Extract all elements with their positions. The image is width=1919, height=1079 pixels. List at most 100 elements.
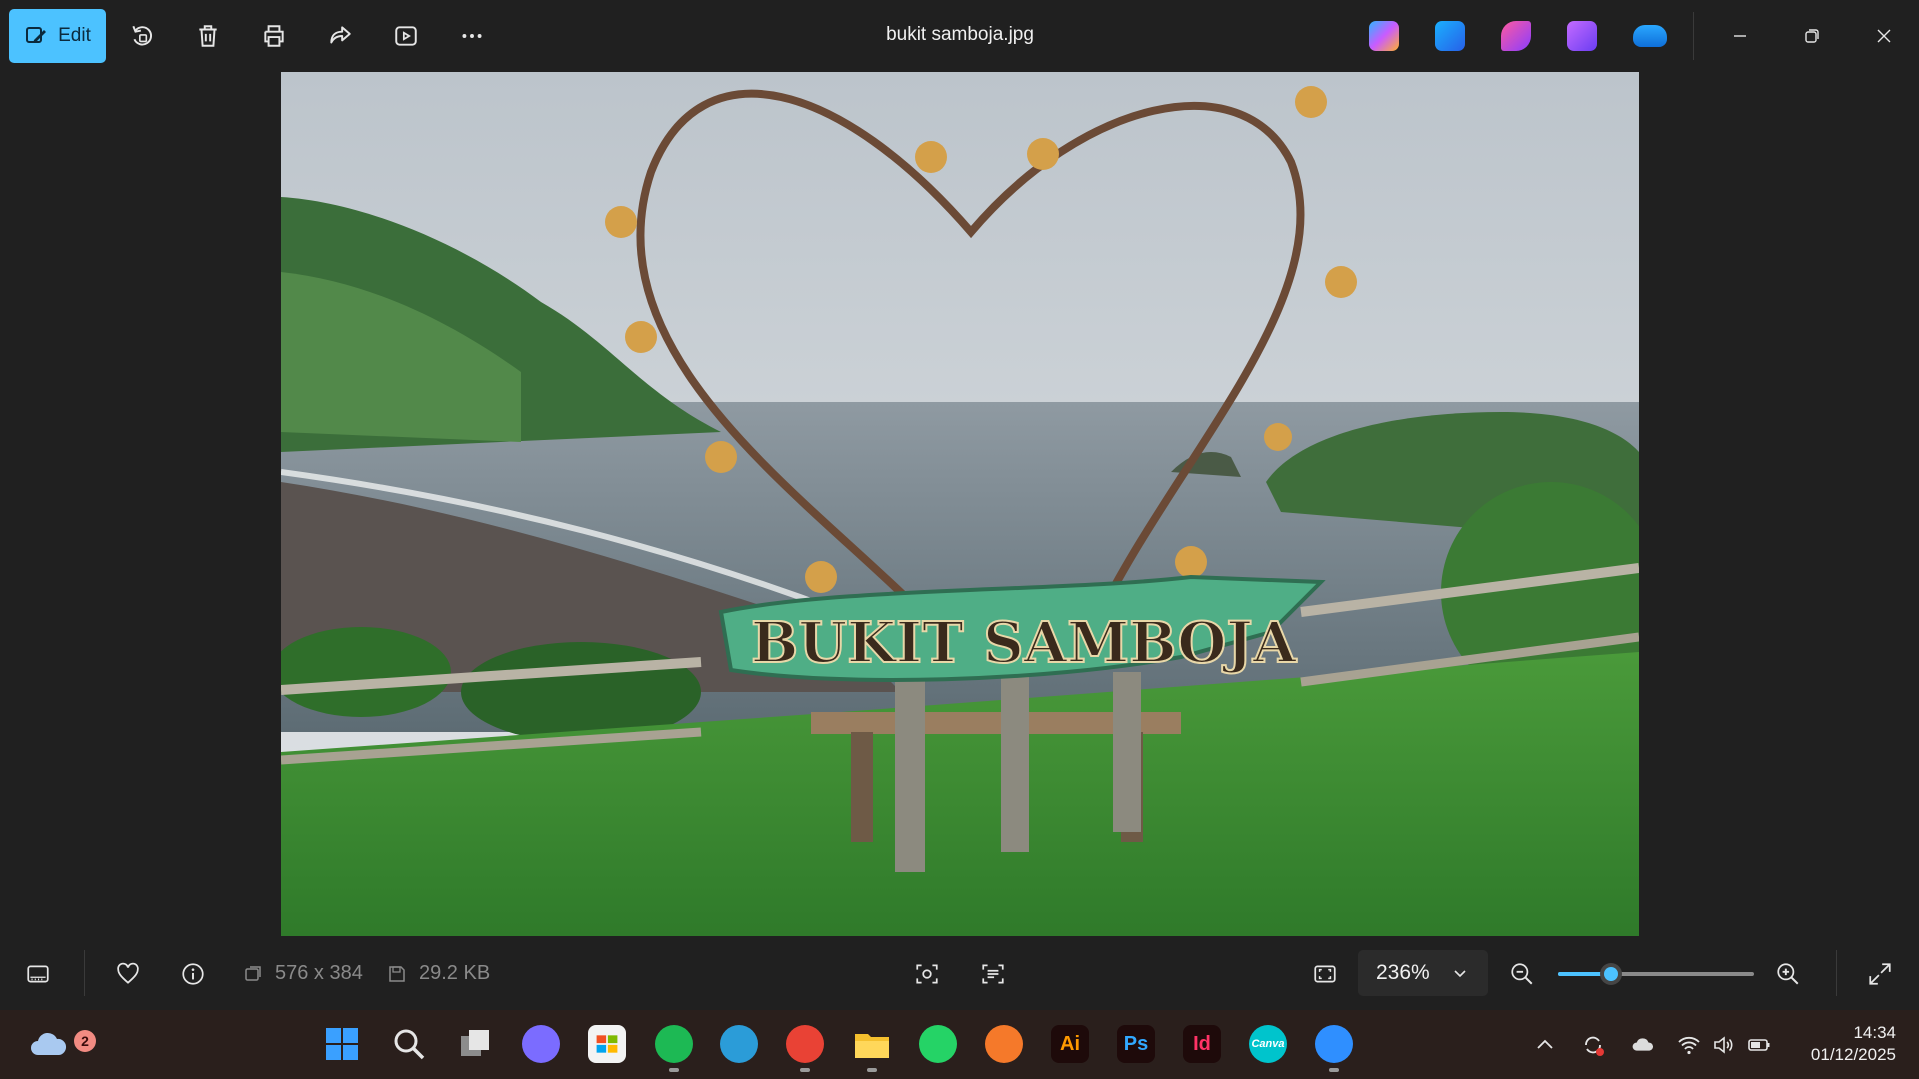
designer-icon[interactable]	[1501, 21, 1531, 51]
weather-widget[interactable]: 2	[26, 1022, 96, 1066]
image-info-bar: 576 x 384 29.2 KB 236%	[0, 936, 1919, 1010]
chevron-down-icon	[1454, 970, 1466, 978]
favorite-button[interactable]	[108, 954, 148, 994]
info-icon	[182, 963, 204, 985]
clipchamp-icon[interactable]	[1567, 21, 1597, 51]
photos-editor-icon[interactable]	[1435, 21, 1465, 51]
clock-date: 01/12/2025	[1810, 1045, 1896, 1064]
sync-tray-icon[interactable]	[1580, 1032, 1606, 1058]
photo-canvas[interactable]: BUKIT SAMBOJA	[281, 72, 1639, 936]
sign-text: BUKIT SAMBOJA	[751, 610, 1298, 676]
edit-button[interactable]: Edit	[9, 9, 106, 63]
canva-icon: Canva	[1249, 1025, 1287, 1063]
cloud-tray-icon	[1632, 1038, 1654, 1051]
info-button[interactable]	[173, 954, 213, 994]
chrome-icon	[786, 1025, 824, 1063]
fit-to-window-button[interactable]	[1305, 954, 1345, 994]
taskbar-photos[interactable]	[1312, 1022, 1356, 1072]
fullscreen-button[interactable]	[1860, 954, 1900, 994]
close-button[interactable]	[1864, 18, 1904, 54]
taskbar-spotify[interactable]	[652, 1022, 696, 1072]
wifi-tray-icon[interactable]	[1676, 1032, 1702, 1058]
onedrive-icon[interactable]	[1633, 25, 1667, 47]
clock[interactable]: 14:34 01/12/2025	[1790, 1022, 1896, 1066]
spotify-icon	[655, 1025, 693, 1063]
rotate-button[interactable]	[122, 16, 162, 56]
filmstrip-button[interactable]	[18, 954, 58, 994]
taskbar-file-explorer[interactable]	[850, 1022, 894, 1072]
start-icon	[323, 1025, 361, 1063]
share-button[interactable]	[320, 16, 360, 56]
zoom-slider[interactable]	[1558, 963, 1754, 985]
clock-time: 14:34	[1853, 1023, 1896, 1042]
taskbar-canva[interactable]: Canva	[1246, 1022, 1290, 1066]
beach-photo: BUKIT SAMBOJA	[281, 72, 1639, 936]
zoom-value: 236%	[1376, 961, 1430, 984]
running-indicator	[800, 1068, 810, 1072]
visual-search-button[interactable]	[907, 954, 947, 994]
taskbar-blender[interactable]	[982, 1022, 1026, 1066]
resize-icon	[245, 965, 261, 981]
taskbar-search[interactable]	[387, 1022, 431, 1066]
taskbar-start[interactable]	[320, 1022, 364, 1066]
bottom-divider-right	[1836, 950, 1837, 996]
more-options-button[interactable]	[452, 16, 492, 56]
volume-tray-icon[interactable]	[1710, 1032, 1736, 1058]
taskbar-task-view[interactable]	[453, 1022, 497, 1066]
filmstrip-icon	[27, 965, 49, 983]
taskbar-edge[interactable]	[717, 1022, 761, 1066]
file-size-value: 29.2 KB	[419, 962, 491, 984]
sync-icon	[1585, 1036, 1604, 1056]
task-view-icon	[456, 1025, 494, 1063]
window-title: bukit samboja.jpg	[886, 24, 1034, 45]
battery-tray-icon[interactable]	[1746, 1032, 1772, 1058]
toolbar-divider	[1693, 12, 1694, 60]
edit-label: Edit	[58, 25, 91, 46]
copilot-icon[interactable]	[1369, 21, 1399, 51]
fit-window-icon	[1314, 965, 1336, 983]
running-indicator	[867, 1068, 877, 1072]
taskbar-chrome[interactable]	[783, 1022, 827, 1072]
wifi-icon	[1678, 1036, 1700, 1055]
save-disk-icon	[389, 965, 405, 982]
illustrator-icon: Ai	[1051, 1025, 1089, 1063]
speaker-icon	[1714, 1036, 1733, 1054]
battery-icon	[1748, 1039, 1770, 1051]
more-icon	[462, 34, 482, 38]
zoom-level-dropdown[interactable]: 236%	[1358, 950, 1488, 996]
zoom-out-icon	[1511, 963, 1533, 985]
command-bar: Edit bukit samboja.jpg	[0, 0, 1919, 72]
minimize-button[interactable]	[1720, 18, 1760, 54]
file-size: 29.2 KB	[387, 962, 490, 985]
slideshow-icon	[395, 26, 417, 46]
zoom-in-button[interactable]	[1768, 954, 1808, 994]
taskbar-microsoft-store[interactable]	[585, 1022, 629, 1066]
delete-button[interactable]	[188, 16, 228, 56]
close-icon	[1877, 29, 1891, 43]
zoom-out-button[interactable]	[1502, 954, 1542, 994]
taskbar-indesign[interactable]: Id	[1180, 1022, 1224, 1066]
search-icon	[390, 1025, 428, 1063]
scan-text-icon	[982, 964, 1004, 984]
taskbar-illustrator[interactable]: Ai	[1048, 1022, 1092, 1066]
printer-icon	[264, 25, 284, 47]
scan-text-button[interactable]	[973, 954, 1013, 994]
zoom-slider-thumb[interactable]	[1599, 963, 1622, 985]
whatsapp-icon	[919, 1025, 957, 1063]
taskbar-whatsapp[interactable]	[916, 1022, 960, 1066]
restore-button[interactable]	[1792, 18, 1832, 54]
taskbar: 2 Ai Ps Id Canva 14:34 01/12/2025	[0, 1010, 1919, 1079]
photoshop-icon: Ps	[1117, 1025, 1155, 1063]
expand-icon	[1869, 963, 1891, 985]
onedrive-tray-icon[interactable]	[1628, 1032, 1658, 1058]
show-hidden-icons-button[interactable]	[1532, 1032, 1558, 1058]
slideshow-button[interactable]	[386, 16, 426, 56]
restore-icon	[1805, 29, 1819, 43]
taskbar-copilot[interactable]	[519, 1022, 563, 1066]
dimensions-value: 576 x 384	[275, 962, 363, 984]
microsoft-store-icon	[588, 1025, 626, 1063]
running-indicator	[669, 1068, 679, 1072]
image-dimensions: 576 x 384	[243, 962, 363, 985]
print-button[interactable]	[254, 16, 294, 56]
taskbar-photoshop[interactable]: Ps	[1114, 1022, 1158, 1066]
